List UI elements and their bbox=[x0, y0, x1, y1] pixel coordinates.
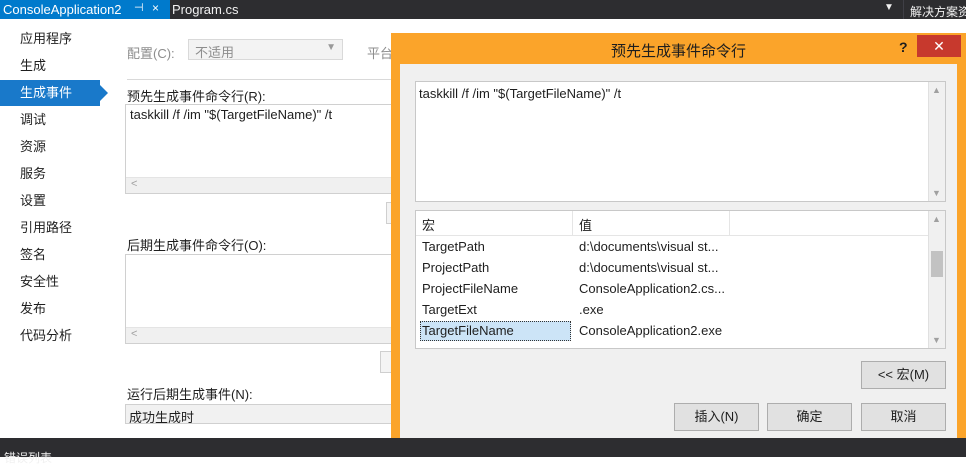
scroll-down-icon[interactable]: ▼ bbox=[932, 335, 941, 345]
nav-item-build-events[interactable]: 生成事件 bbox=[0, 80, 108, 106]
macro-value: ConsoleApplication2.cs... bbox=[579, 281, 725, 296]
tab-dropdown-icon[interactable]: ▼ bbox=[884, 2, 894, 13]
macro-name: TargetPath bbox=[422, 239, 485, 254]
macro-value: .exe bbox=[579, 302, 604, 317]
column-header-macro[interactable]: 宏 bbox=[422, 215, 435, 234]
cancel-button[interactable]: 取消 bbox=[861, 403, 946, 431]
configuration-select[interactable]: 不适用 ▼ bbox=[188, 39, 343, 60]
macro-name: ProjectFileName bbox=[422, 281, 519, 296]
tab-consoleapplication2[interactable]: ConsoleApplication2 ⊣ × bbox=[0, 0, 170, 19]
build-events-page: 配置(C): 不适用 ▼ 平台 预先生成事件命令行(R): taskkill /… bbox=[113, 19, 403, 438]
column-divider[interactable] bbox=[572, 211, 573, 235]
command-text: taskkill /f /im "$(TargetFileName)" /t bbox=[419, 86, 622, 101]
solution-explorer-tab[interactable]: 解决方案资 bbox=[910, 3, 966, 20]
nav-item-services[interactable]: 服务 bbox=[0, 161, 100, 187]
macro-row-selected[interactable]: TargetFileName ConsoleApplication2.exe bbox=[416, 321, 929, 342]
close-tab-icon[interactable]: × bbox=[152, 1, 159, 15]
vertical-scrollbar[interactable]: ▲ ▼ bbox=[928, 82, 945, 201]
postbuild-label: 后期生成事件命令行(O): bbox=[127, 238, 267, 253]
scroll-up-icon[interactable]: ▲ bbox=[932, 214, 941, 224]
macro-value: ConsoleApplication2.exe bbox=[579, 323, 723, 338]
prebuild-label: 预先生成事件命令行(R): bbox=[127, 89, 266, 104]
macro-row[interactable]: ProjectPath d:\documents\visual st... bbox=[416, 258, 929, 279]
divider bbox=[903, 0, 904, 19]
pin-icon[interactable]: ⊣ bbox=[134, 1, 144, 14]
vertical-scrollbar[interactable]: ▲ ▼ bbox=[928, 211, 945, 348]
macro-row[interactable]: TargetPath d:\documents\visual st... bbox=[416, 237, 929, 258]
scroll-up-icon[interactable]: ▲ bbox=[932, 85, 941, 95]
chevron-down-icon: ▼ bbox=[326, 42, 336, 53]
nav-item-settings[interactable]: 设置 bbox=[0, 188, 100, 214]
macro-list[interactable]: 宏 值 TargetPath d:\documents\visual st...… bbox=[415, 210, 946, 349]
nav-item-resources[interactable]: 资源 bbox=[0, 134, 100, 160]
ok-button[interactable]: 确定 bbox=[767, 403, 852, 431]
macro-list-header: 宏 值 bbox=[416, 211, 929, 236]
run-postbuild-label: 运行后期生成事件(N): bbox=[127, 387, 253, 402]
macro-name: TargetExt bbox=[422, 302, 477, 317]
scroll-down-icon[interactable]: ▼ bbox=[932, 188, 941, 198]
run-postbuild-select[interactable]: 成功生成时 bbox=[125, 404, 403, 425]
prebuild-command-box[interactable]: taskkill /f /im "$(TargetFileName)" /t < bbox=[125, 104, 403, 194]
scroll-thumb[interactable] bbox=[931, 251, 943, 277]
nav-item-build[interactable]: 生成 bbox=[0, 53, 100, 79]
dialog-title: 预先生成事件命令行 bbox=[610, 43, 746, 60]
bottom-tool-strip: 错误列表 bbox=[0, 438, 966, 465]
nav-item-signing[interactable]: 签名 bbox=[0, 242, 100, 268]
nav-item-application[interactable]: 应用程序 bbox=[0, 26, 100, 52]
help-icon[interactable]: ? bbox=[899, 39, 908, 55]
nav-item-reference-paths[interactable]: 引用路径 bbox=[0, 215, 100, 241]
tab-program-cs[interactable]: Program.cs bbox=[172, 2, 238, 17]
horizontal-scrollbar[interactable]: < bbox=[126, 177, 402, 193]
nav-item-debug[interactable]: 调试 bbox=[0, 107, 100, 133]
nav-item-code-analysis[interactable]: 代码分析 bbox=[0, 323, 100, 349]
horizontal-scrollbar[interactable]: < bbox=[126, 327, 402, 343]
postbuild-command-box[interactable]: < bbox=[125, 254, 403, 344]
macro-row[interactable]: TargetExt .exe bbox=[416, 300, 929, 321]
tab-label: ConsoleApplication2 bbox=[3, 2, 122, 17]
property-pages-nav: 应用程序 生成 生成事件 调试 资源 服务 设置 引用路径 签名 安全性 发布 … bbox=[0, 19, 113, 438]
configuration-value: 不适用 bbox=[195, 45, 235, 60]
prebuild-command-dialog: 预先生成事件命令行 ? ✕ taskkill /f /im "$(TargetF… bbox=[391, 33, 966, 457]
macro-value: d:\documents\visual st... bbox=[579, 260, 719, 275]
scroll-left-icon[interactable]: < bbox=[131, 178, 137, 190]
macros-toggle-button[interactable]: << 宏(M) bbox=[861, 361, 946, 389]
error-list-tab[interactable]: 错误列表 bbox=[4, 449, 52, 466]
column-divider[interactable] bbox=[729, 211, 730, 235]
macro-name: TargetFileName bbox=[422, 323, 514, 338]
platform-label: 平台 bbox=[367, 46, 394, 61]
insert-button[interactable]: 插入(N) bbox=[674, 403, 759, 431]
command-editor[interactable]: taskkill /f /im "$(TargetFileName)" /t ▲… bbox=[415, 81, 946, 202]
dialog-client-area: taskkill /f /im "$(TargetFileName)" /t ▲… bbox=[400, 64, 957, 450]
prebuild-command-text: taskkill /f /im "$(TargetFileName)" /t bbox=[130, 107, 333, 122]
column-header-value[interactable]: 值 bbox=[579, 215, 592, 234]
configuration-label: 配置(C): bbox=[127, 46, 175, 61]
close-button[interactable]: ✕ bbox=[917, 35, 961, 57]
macro-value: d:\documents\visual st... bbox=[579, 239, 719, 254]
document-tab-strip: ConsoleApplication2 ⊣ × Program.cs ▼ 解决方… bbox=[0, 0, 966, 19]
scroll-left-icon[interactable]: < bbox=[131, 328, 137, 340]
macro-name: ProjectPath bbox=[422, 260, 490, 275]
nav-item-publish[interactable]: 发布 bbox=[0, 296, 100, 322]
macro-row[interactable]: ProjectFileName ConsoleApplication2.cs..… bbox=[416, 279, 929, 300]
nav-item-security[interactable]: 安全性 bbox=[0, 269, 100, 295]
divider bbox=[127, 79, 403, 80]
